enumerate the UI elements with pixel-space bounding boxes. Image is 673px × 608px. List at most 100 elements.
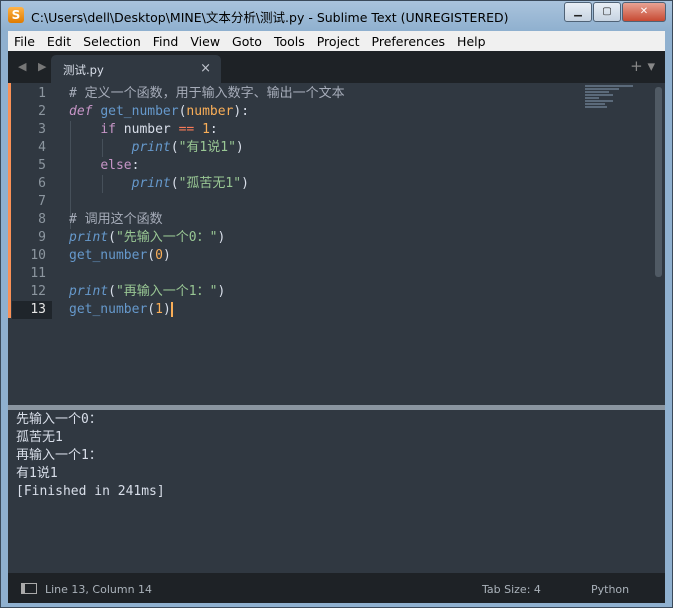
code-text: if number == 1: bbox=[69, 121, 218, 139]
menu-edit[interactable]: Edit bbox=[41, 34, 77, 49]
code-line[interactable]: 5 else: bbox=[8, 157, 658, 175]
close-button[interactable]: ✕ bbox=[622, 2, 666, 22]
code-token: ( bbox=[170, 140, 179, 155]
minimize-button[interactable]: ▁ bbox=[564, 2, 592, 22]
vertical-scrollbar[interactable] bbox=[655, 87, 662, 277]
sublime-window: S C:\Users\dell\Desktop\MINE\文本分析\测试.py … bbox=[0, 0, 673, 608]
code-token: ( bbox=[108, 230, 116, 245]
line-number: 2 bbox=[38, 104, 46, 119]
tab-nav-arrows-icon[interactable]: ◀ ▶ bbox=[18, 60, 50, 73]
code-line[interactable]: 12 print("再输入一个1：") bbox=[8, 283, 658, 301]
code-text: # 调用这个函数 bbox=[69, 211, 163, 229]
code-token: number bbox=[115, 122, 179, 137]
code-text: def get_number(number): bbox=[69, 103, 249, 121]
code-token: "再输入一个1：" bbox=[115, 284, 218, 299]
code-token: # 调用这个函数 bbox=[69, 212, 163, 227]
code-line[interactable]: 4 print("有1说1") bbox=[8, 139, 658, 157]
maximize-button[interactable]: ▢ bbox=[593, 2, 621, 22]
code-token: ) bbox=[235, 140, 244, 155]
code-lines: 1 # 定义一个函数，用于输入数字、输出一个文本 2 def get_number(n… bbox=[8, 85, 658, 319]
code-text: print("先输入一个0：") bbox=[69, 229, 225, 247]
code-token: ) bbox=[217, 284, 226, 299]
line-number: 5 bbox=[38, 158, 46, 173]
code-line[interactable]: 3 if number == 1: bbox=[8, 121, 658, 139]
code-token: print bbox=[131, 140, 171, 155]
code-line[interactable]: 8 # 调用这个函数 bbox=[8, 211, 658, 229]
code-token: ( bbox=[170, 176, 179, 191]
output-line: [Finished in 241ms] bbox=[16, 484, 165, 499]
line-number: 10 bbox=[30, 248, 46, 263]
code-line[interactable]: 7 bbox=[8, 193, 658, 211]
menu-view[interactable]: View bbox=[184, 34, 226, 49]
menu-selection[interactable]: Selection bbox=[77, 34, 147, 49]
line-number: 12 bbox=[30, 284, 46, 299]
code-token: "先输入一个0：" bbox=[115, 230, 218, 245]
line-number: 9 bbox=[38, 230, 46, 245]
line-number: 4 bbox=[38, 140, 46, 155]
menu-bar: File Edit Selection Find View Goto Tools Projec… bbox=[8, 31, 665, 51]
code-token: get_number bbox=[69, 248, 148, 263]
menu-project[interactable]: Project bbox=[311, 34, 366, 49]
tab-strip: ◀ ▶ 测试.py × + ▾ bbox=[8, 51, 665, 83]
code-token: get_number bbox=[100, 104, 179, 119]
sidebar-toggle-icon[interactable] bbox=[21, 583, 37, 594]
line-number: 6 bbox=[38, 176, 46, 191]
cursor-position: Line 13, Column 14 bbox=[45, 583, 153, 596]
line-number: 13 bbox=[12, 301, 52, 319]
code-text: get_number(1) bbox=[69, 301, 173, 319]
code-token: 1 bbox=[202, 122, 210, 137]
line-number: 1 bbox=[38, 86, 46, 101]
code-token: ) bbox=[162, 302, 171, 317]
menu-find[interactable]: Find bbox=[147, 34, 185, 49]
tab-active-file[interactable]: 测试.py × bbox=[51, 55, 221, 83]
code-token: ) bbox=[162, 248, 171, 263]
sublime-logo-icon: S bbox=[8, 7, 24, 23]
code-line[interactable]: 9 print("先输入一个0：") bbox=[8, 229, 658, 247]
code-line[interactable]: 13 get_number(1) bbox=[8, 301, 658, 319]
new-tab-and-dropdown-icon[interactable]: + ▾ bbox=[630, 57, 655, 75]
syntax-selector[interactable]: Python bbox=[591, 583, 629, 596]
tab-size[interactable]: Tab Size: 4 bbox=[482, 583, 541, 596]
code-token: ) bbox=[241, 176, 249, 191]
code-token: ( bbox=[108, 284, 116, 299]
code-token: : bbox=[209, 122, 218, 137]
code-token: == bbox=[178, 122, 195, 137]
tab-close-icon[interactable]: × bbox=[200, 61, 211, 76]
menu-tools[interactable]: Tools bbox=[268, 34, 311, 49]
code-token: get_number bbox=[69, 302, 148, 317]
code-line[interactable]: 6 print("孤苦无1") bbox=[8, 175, 658, 193]
code-line[interactable]: 2 def get_number(number): bbox=[8, 103, 658, 121]
line-number: 7 bbox=[38, 194, 46, 209]
code-editor[interactable]: 1 # 定义一个函数，用于输入数字、输出一个文本 2 def get_number(n… bbox=[8, 83, 665, 405]
code-line[interactable]: 10 get_number(0) bbox=[8, 247, 658, 265]
code-token: if bbox=[100, 122, 116, 137]
code-token: def bbox=[69, 104, 93, 119]
window-controls: ▁ ▢ ✕ bbox=[563, 2, 666, 22]
code-text: print("孤苦无1") bbox=[69, 175, 249, 193]
code-token: "有1说1" bbox=[178, 140, 236, 155]
menu-help[interactable]: Help bbox=[451, 34, 492, 49]
code-token: number bbox=[186, 104, 234, 119]
code-line[interactable]: 11 bbox=[8, 265, 658, 283]
code-line[interactable]: 1 # 定义一个函数，用于输入数字、输出一个文本 bbox=[8, 85, 658, 103]
text-cursor bbox=[170, 302, 173, 317]
title-bar[interactable]: S C:\Users\dell\Desktop\MINE\文本分析\测试.py … bbox=[1, 1, 672, 31]
code-text: print("再输入一个1：") bbox=[69, 283, 225, 301]
status-bar: Line 13, Column 14 Tab Size: 4 Python bbox=[8, 573, 665, 603]
code-token: ): bbox=[233, 104, 250, 119]
menu-goto[interactable]: Goto bbox=[226, 34, 268, 49]
output-line: 再输入一个1： bbox=[16, 448, 102, 463]
code-token: # 定义一个函数，用于输入数字、输出一个文本 bbox=[69, 86, 345, 101]
menu-file[interactable]: File bbox=[8, 34, 41, 49]
output-line: 孤苦无1 bbox=[16, 430, 63, 445]
code-token: ) bbox=[217, 230, 226, 245]
tab-label: 测试.py bbox=[63, 63, 104, 77]
menu-preferences[interactable]: Preferences bbox=[366, 34, 452, 49]
code-token: print bbox=[69, 230, 109, 245]
line-number: 11 bbox=[30, 266, 46, 281]
minimap[interactable] bbox=[585, 85, 645, 115]
